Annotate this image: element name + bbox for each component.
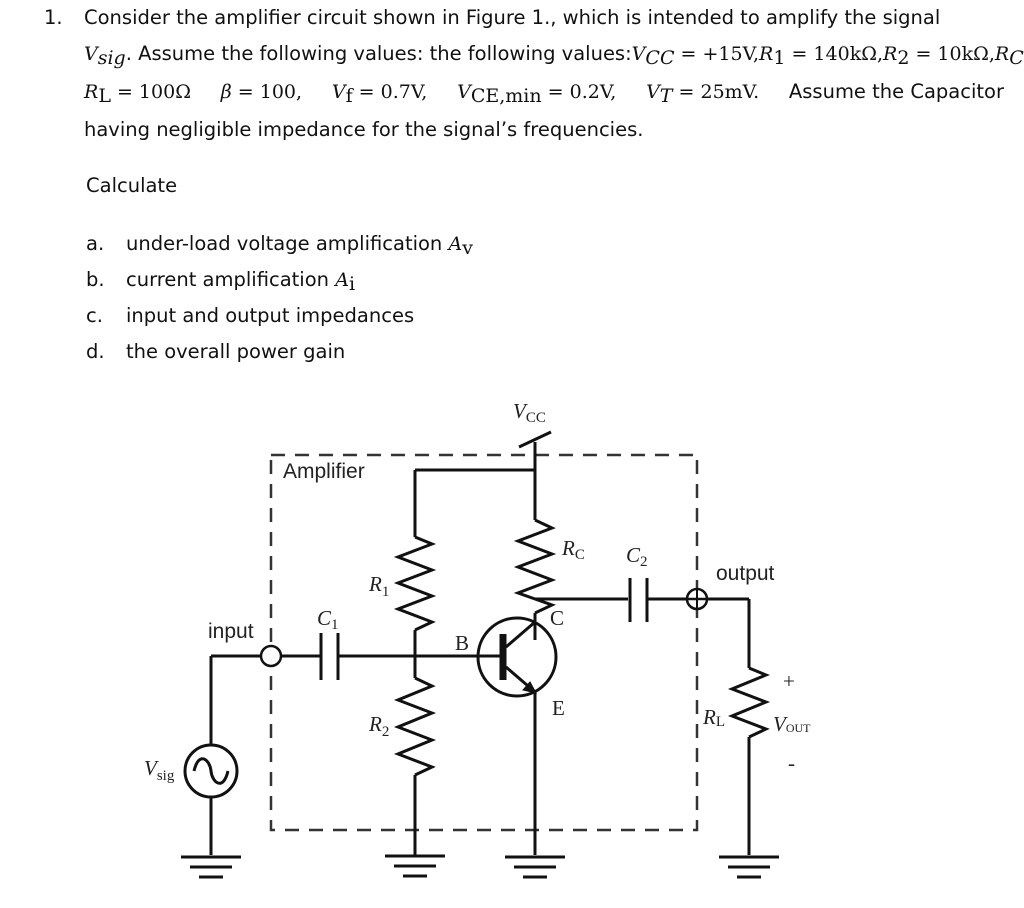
ground-icon-vsig	[181, 855, 241, 879]
vsig-label: Vsig	[144, 756, 175, 784]
minus-sign: -	[788, 751, 795, 775]
ground-icon-emitter	[505, 855, 565, 879]
sine-icon	[192, 757, 230, 785]
ground-icon-r2	[385, 854, 445, 878]
rc-label: RC	[561, 536, 585, 563]
r2-resistor	[393, 676, 437, 777]
rl-resistor	[727, 666, 771, 739]
vout-label: VOUT	[773, 712, 811, 736]
r1-resistor	[393, 535, 437, 632]
terminal-c-label: C	[550, 606, 564, 630]
terminal-b-label: B	[455, 631, 469, 655]
figure-1-circuit: Amplifier input output VCC Vsig R1 R2 RC…	[144, 399, 811, 879]
input-terminal	[259, 644, 283, 668]
output-label: output	[716, 562, 775, 585]
amplifier-label: Amplifier	[283, 460, 365, 483]
amplifier-boundary	[269, 453, 699, 832]
rl-label: RL	[702, 705, 725, 730]
c1-label: C1	[317, 606, 339, 633]
terminal-e-label: E	[552, 696, 565, 720]
vcc-label: VCC	[513, 399, 546, 426]
plus-sign: +	[783, 669, 795, 693]
r2-label: R2	[368, 712, 389, 740]
collector-lead	[505, 620, 536, 649]
ground-icon-rl	[719, 855, 779, 879]
input-label: input	[208, 620, 254, 643]
c2-label: C2	[626, 543, 648, 570]
r1-label: R1	[368, 572, 389, 600]
